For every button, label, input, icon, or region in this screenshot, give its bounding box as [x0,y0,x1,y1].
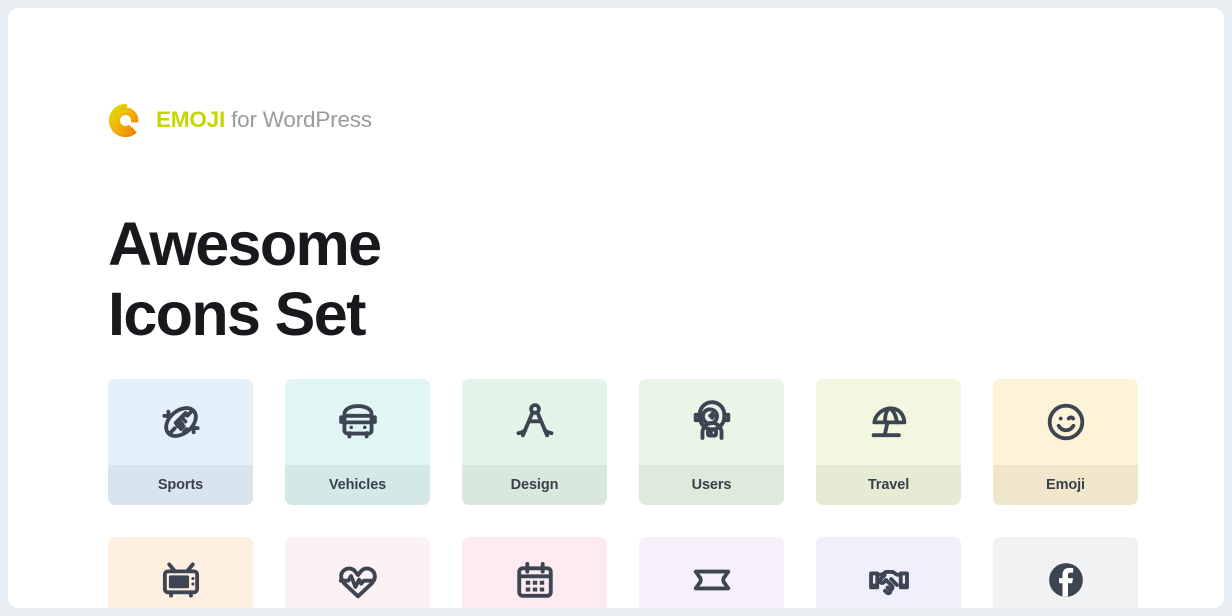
beach-umbrella-icon [871,406,906,438]
card-label: Emoji [993,465,1138,505]
wink-smiley-icon [1047,403,1084,441]
icon-card[interactable] [462,537,607,608]
calendar-icon [516,561,553,598]
card-artwork [816,537,961,608]
brand-name-primary: EMOJI [156,107,226,133]
icon-card[interactable]: Travel [816,379,961,505]
card-artwork [462,537,607,608]
card-label: Sports [108,465,253,505]
card-artwork [816,379,961,465]
card-artwork [462,379,607,465]
page-title: Awesome Icons Set [108,209,808,349]
icon-card[interactable]: Sports [108,379,253,505]
card-artwork [993,379,1138,465]
page-title-line-1: Awesome [108,209,382,278]
page-title-line-2: Icons Set [108,279,366,348]
brand-lockup: EMOJI for WordPress [108,103,372,138]
card-artwork [285,379,430,465]
icon-card[interactable]: Vehicles [285,379,430,505]
compass-icon [516,403,553,438]
icon-card[interactable]: Emoji [993,379,1138,505]
icon-card[interactable] [816,537,961,608]
poster-page: EMOJI for WordPress Awesome Icons Set Sp… [8,8,1224,608]
icon-card[interactable] [108,537,253,608]
icon-card[interactable] [285,537,430,608]
astronaut-icon [693,400,730,440]
card-artwork [639,379,784,465]
facebook-icon [1048,563,1083,597]
card-label: Design [462,465,607,505]
card-artwork [285,537,430,608]
icon-grid: Sports Vehicles Design Users Travel Emoj… [108,379,1138,608]
football-icon [161,406,200,438]
card-artwork [993,537,1138,608]
card-artwork [639,537,784,608]
retro-tv-icon [162,562,199,598]
heartbeat-icon [338,566,377,599]
emoji-e-logo-icon [108,103,139,138]
card-label: Vehicles [285,465,430,505]
card-artwork [108,379,253,465]
icon-card[interactable] [993,537,1138,608]
card-label: Travel [816,465,961,505]
brand-name-secondary: for WordPress [225,107,372,133]
brand-name: EMOJI for WordPress [156,109,372,132]
ticket-icon [693,569,730,591]
card-label: Users [639,465,784,505]
bus-icon [338,404,377,439]
icon-card[interactable]: Design [462,379,607,505]
icon-card[interactable]: Users [639,379,784,505]
handshake-icon [868,570,909,596]
card-artwork [108,537,253,608]
icon-card[interactable] [639,537,784,608]
